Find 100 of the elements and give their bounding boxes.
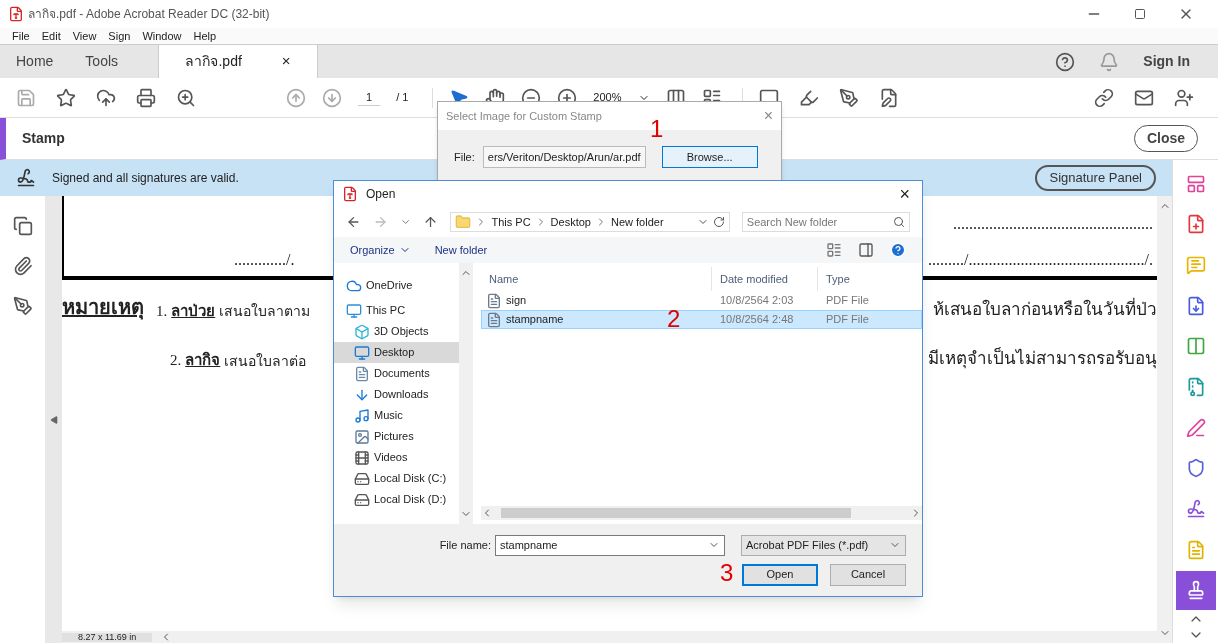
- menu-item[interactable]: Edit: [41, 27, 61, 45]
- nav-item[interactable]: Pictures: [334, 426, 459, 447]
- collapse-icon[interactable]: [49, 415, 58, 424]
- search-input[interactable]: Search New folder: [746, 213, 893, 231]
- menu-item[interactable]: Help: [193, 27, 217, 45]
- nav-item[interactable]: Downloads: [334, 384, 459, 405]
- pen-icon[interactable]: [838, 87, 859, 108]
- leave-type: ลากิจ: [185, 350, 221, 370]
- file-name-field[interactable]: stampname: [495, 534, 725, 556]
- columns-icon: [1185, 336, 1206, 357]
- tab[interactable]: Home: [0, 45, 70, 78]
- drive-icon: [354, 470, 370, 487]
- nav-item[interactable]: Documents: [334, 363, 459, 384]
- step-number: 1: [650, 117, 664, 141]
- highlighter-icon[interactable]: [798, 87, 819, 108]
- tab[interactable]: Tools: [69, 45, 135, 78]
- new-folder-button[interactable]: New folder: [434, 241, 488, 259]
- zoom-icon[interactable]: [176, 87, 196, 108]
- nav-item[interactable]: Music: [334, 405, 459, 426]
- add-user-icon[interactable]: [1174, 87, 1194, 108]
- list-number: 2.: [170, 351, 182, 370]
- paperclip-icon[interactable]: [12, 256, 33, 276]
- open-button[interactable]: Open: [742, 563, 818, 586]
- note-text: เสนอใบลาต่อ: [224, 352, 307, 371]
- monitor-icon: [354, 344, 370, 361]
- page-number-field[interactable]: 1: [358, 88, 381, 107]
- leave-type: ลาป่วย: [171, 301, 216, 321]
- browse-button[interactable]: Browse...: [661, 146, 758, 168]
- signature-icon: [1185, 499, 1206, 520]
- file-name-label: File name:: [439, 537, 491, 553]
- file-label: File:: [454, 149, 475, 165]
- menu-item[interactable]: Window: [142, 27, 182, 45]
- nav-item[interactable]: OneDrive: [334, 275, 459, 296]
- tool-title: Stamp: [22, 129, 65, 148]
- pdf-file-icon: [486, 292, 502, 309]
- search-field[interactable]: Search New folder: [741, 212, 910, 232]
- organize-menu[interactable]: Organize: [350, 241, 411, 259]
- dotted-line: ........./............................................/.: [928, 252, 1153, 268]
- menu-item[interactable]: View: [72, 27, 97, 45]
- pen-icon[interactable]: [12, 296, 33, 316]
- page-total: / 1: [396, 90, 409, 106]
- menu-item[interactable]: File: [12, 27, 30, 45]
- tool-button[interactable]: [1175, 570, 1216, 611]
- pdf-icon: [342, 186, 358, 202]
- dialog-title: Select Image for Custom Stamp: [446, 108, 602, 124]
- note-text: ห้เสนอใบลาก่อนหรือในวันที่ป่ว: [933, 296, 1157, 321]
- tab[interactable]: ลากิจ.pdf ×: [158, 45, 319, 78]
- menu-item[interactable]: Sign: [108, 27, 131, 45]
- refresh-icon[interactable]: [712, 216, 725, 228]
- window-title: ลากิจ.pdf - Adobe Acrobat Reader DC (32-bit): [28, 6, 270, 23]
- note-text: มีเหตุจำเป็นไม่สามารถรอรับอนุ: [928, 346, 1157, 371]
- nav-item[interactable]: Videos: [334, 447, 459, 468]
- dialog-close[interactable]: ×: [763, 104, 773, 128]
- signature-panel-button[interactable]: Signature Panel: [1035, 165, 1156, 191]
- file-row[interactable]: sign 10/8/2564 2:03 PDF File: [481, 291, 922, 310]
- restore-icon[interactable]: [1134, 8, 1146, 20]
- pdf-icon: [8, 6, 24, 22]
- comment-icon: [1185, 255, 1206, 276]
- cancel-button[interactable]: Cancel: [830, 563, 906, 586]
- cube-icon: [354, 323, 370, 340]
- search-icon: [893, 216, 905, 228]
- breadcrumb-item[interactable]: Desktop: [550, 213, 591, 231]
- dotted-line: ..................................................: [953, 216, 1153, 232]
- pdf-file-icon: [486, 311, 502, 328]
- nav-item[interactable]: Local Disk (C:): [334, 468, 459, 489]
- picture-icon: [354, 428, 370, 445]
- cloud-upload-icon[interactable]: [96, 87, 116, 108]
- film-icon: [354, 449, 370, 466]
- dialog-title: Open: [366, 186, 396, 203]
- star-icon[interactable]: [56, 87, 76, 108]
- note-text: เสนอใบลาตาม: [219, 302, 311, 321]
- nav-item[interactable]: Local Disk (D:): [334, 489, 459, 510]
- file-path-field[interactable]: ers/Veriton/Desktop/Arun/ar.pdf: [482, 146, 646, 168]
- view-options-icon[interactable]: [826, 242, 842, 258]
- document-icon: [354, 365, 370, 382]
- column-header[interactable]: Type: [817, 267, 922, 291]
- pages-icon[interactable]: [12, 216, 33, 236]
- column-header[interactable]: Name: [481, 267, 711, 291]
- list-number: 1.: [156, 301, 168, 321]
- note-label: หมายเหตุ: [62, 295, 144, 322]
- step-number: 3: [720, 561, 734, 585]
- nav-item[interactable]: Desktop: [334, 342, 459, 363]
- breadcrumb-item[interactable]: This PC: [491, 213, 531, 231]
- column-header[interactable]: Date modified: [711, 267, 817, 291]
- address-bar[interactable]: This PC Desktop New folder: [450, 212, 730, 232]
- preview-pane-icon[interactable]: [858, 242, 874, 258]
- breadcrumb-item[interactable]: New folder: [610, 213, 664, 231]
- nav-item[interactable]: This PC: [334, 300, 459, 321]
- pen-icon: [1185, 417, 1206, 438]
- nav-item[interactable]: 3D Objects: [334, 321, 459, 342]
- monitor-icon: [346, 302, 362, 319]
- drive-icon: [354, 491, 370, 508]
- print-icon[interactable]: [136, 87, 156, 108]
- dialog-close[interactable]: ×: [899, 185, 914, 203]
- tab-close[interactable]: ×: [281, 50, 291, 73]
- sign-in-link[interactable]: Sign In: [1143, 51, 1190, 72]
- folder-icon: [455, 214, 472, 230]
- link-icon[interactable]: [1094, 87, 1114, 108]
- help-icon[interactable]: [1055, 51, 1076, 72]
- file-type-dropdown[interactable]: Acrobat PDF Files (*.pdf): [741, 534, 906, 556]
